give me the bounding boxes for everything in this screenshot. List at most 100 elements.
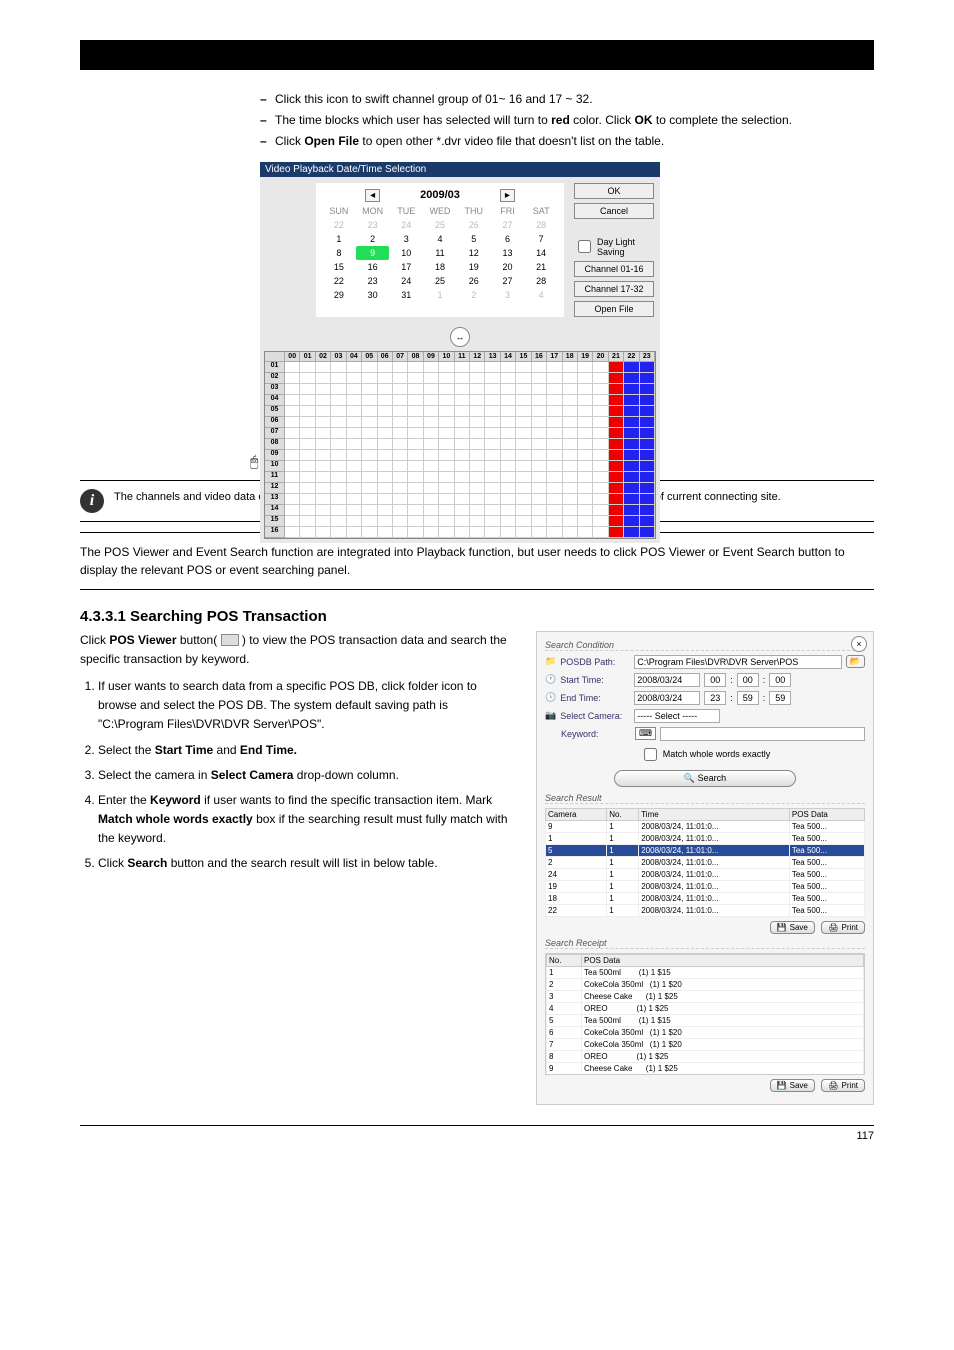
timeline-cell[interactable]: [485, 483, 500, 494]
timeline-cell[interactable]: [516, 406, 531, 417]
timeline-cell[interactable]: [470, 472, 485, 483]
timeline-cell[interactable]: [408, 384, 423, 395]
timeline-cell[interactable]: [424, 527, 439, 538]
timeline-cell[interactable]: [516, 417, 531, 428]
timeline-cell[interactable]: [532, 516, 547, 527]
timeline-cell[interactable]: [609, 516, 624, 527]
timeline-cell[interactable]: [439, 527, 454, 538]
timeline-cell[interactable]: [640, 494, 655, 505]
calendar-day[interactable]: 6: [491, 232, 525, 246]
timeline-cell[interactable]: [408, 428, 423, 439]
timeline-cell[interactable]: [378, 384, 393, 395]
timeline-cell[interactable]: [393, 406, 408, 417]
timeline-cell[interactable]: [501, 362, 516, 373]
timeline-cell[interactable]: [501, 505, 516, 516]
timeline-cell[interactable]: [578, 362, 593, 373]
timeline-cell[interactable]: [578, 505, 593, 516]
timeline-cell[interactable]: [362, 417, 377, 428]
timeline-cell[interactable]: [455, 483, 470, 494]
timeline-cell[interactable]: [331, 428, 346, 439]
timeline-cell[interactable]: [501, 527, 516, 538]
timeline-cell[interactable]: [640, 439, 655, 450]
timeline-cell[interactable]: [393, 439, 408, 450]
timeline-cell[interactable]: [470, 505, 485, 516]
timeline-cell[interactable]: [501, 406, 516, 417]
timeline-cell[interactable]: [532, 417, 547, 428]
calendar-day[interactable]: 1: [423, 288, 457, 302]
timeline-cell[interactable]: [347, 494, 362, 505]
timeline-cell[interactable]: [547, 483, 562, 494]
timeline-cell[interactable]: [532, 395, 547, 406]
match-words-checkbox[interactable]: Match whole words exactly: [640, 745, 771, 764]
timeline-cell[interactable]: [578, 384, 593, 395]
timeline-cell[interactable]: [485, 417, 500, 428]
calendar-grid[interactable]: 2223242526272812345678910111213141516171…: [322, 218, 558, 302]
timeline-cell[interactable]: [408, 362, 423, 373]
timeline-cell[interactable]: [563, 494, 578, 505]
timeline-cell[interactable]: [455, 362, 470, 373]
calendar-day[interactable]: 4: [423, 232, 457, 246]
timeline-cell[interactable]: [547, 516, 562, 527]
timeline-cell[interactable]: [578, 417, 593, 428]
timeline-cell[interactable]: [393, 417, 408, 428]
timeline-cell[interactable]: [455, 428, 470, 439]
save-result-button[interactable]: 💾 Save: [770, 921, 815, 934]
timeline-cell[interactable]: [408, 516, 423, 527]
timeline-cell[interactable]: [300, 505, 315, 516]
timeline-cell[interactable]: [424, 494, 439, 505]
timeline-cell[interactable]: [393, 373, 408, 384]
timeline-cell[interactable]: [316, 527, 331, 538]
timeline-cell[interactable]: [316, 406, 331, 417]
timeline-cell[interactable]: [424, 417, 439, 428]
timeline-cell[interactable]: [609, 527, 624, 538]
timeline-cell[interactable]: [455, 395, 470, 406]
timeline-cell[interactable]: [378, 373, 393, 384]
timeline-cell[interactable]: [470, 494, 485, 505]
timeline-cell[interactable]: [563, 516, 578, 527]
timeline-cell[interactable]: [455, 505, 470, 516]
timeline-cell[interactable]: [563, 439, 578, 450]
timeline-cell[interactable]: [408, 406, 423, 417]
timeline-cell[interactable]: [455, 527, 470, 538]
timeline-cell[interactable]: [316, 483, 331, 494]
calendar-day[interactable]: 23: [356, 274, 390, 288]
timeline-cell[interactable]: [378, 472, 393, 483]
timeline-cell[interactable]: [609, 505, 624, 516]
timeline-cell[interactable]: [516, 373, 531, 384]
timeline-cell[interactable]: [516, 472, 531, 483]
calendar-day[interactable]: 24: [389, 218, 423, 232]
timeline-cell[interactable]: [532, 439, 547, 450]
calendar-day[interactable]: 18: [423, 260, 457, 274]
timeline-cell[interactable]: [516, 527, 531, 538]
timeline-cell[interactable]: [378, 362, 393, 373]
calendar-day[interactable]: 17: [389, 260, 423, 274]
timeline-cell[interactable]: [408, 417, 423, 428]
timeline-cell[interactable]: [316, 505, 331, 516]
timeline-cell[interactable]: [455, 384, 470, 395]
timeline-cell[interactable]: [408, 395, 423, 406]
timeline-cell[interactable]: [578, 428, 593, 439]
timeline-cell[interactable]: [331, 417, 346, 428]
timeline-cell[interactable]: [331, 516, 346, 527]
calendar-day[interactable]: 16: [356, 260, 390, 274]
timeline-cell[interactable]: [408, 494, 423, 505]
timeline-cell[interactable]: [439, 483, 454, 494]
timeline-cell[interactable]: [393, 428, 408, 439]
timeline-cell[interactable]: [485, 373, 500, 384]
timeline-cell[interactable]: [408, 373, 423, 384]
calendar-day[interactable]: 28: [524, 218, 558, 232]
timeline-cell[interactable]: [316, 472, 331, 483]
timeline-cell[interactable]: [593, 472, 608, 483]
timeline-cell[interactable]: [485, 494, 500, 505]
result-row[interactable]: 912008/03/24, 11:01:0...Tea 500...: [546, 820, 865, 832]
timeline-cell[interactable]: [593, 494, 608, 505]
timeline-cell[interactable]: [470, 483, 485, 494]
timeline-cell[interactable]: [640, 417, 655, 428]
timeline-cell[interactable]: [285, 472, 300, 483]
timeline-cell[interactable]: [378, 417, 393, 428]
timeline-cell[interactable]: [455, 516, 470, 527]
calendar-day[interactable]: 3: [491, 288, 525, 302]
calendar-day[interactable]: 7: [524, 232, 558, 246]
col-posdata[interactable]: POS Data: [789, 808, 864, 820]
timeline-cell[interactable]: [516, 505, 531, 516]
